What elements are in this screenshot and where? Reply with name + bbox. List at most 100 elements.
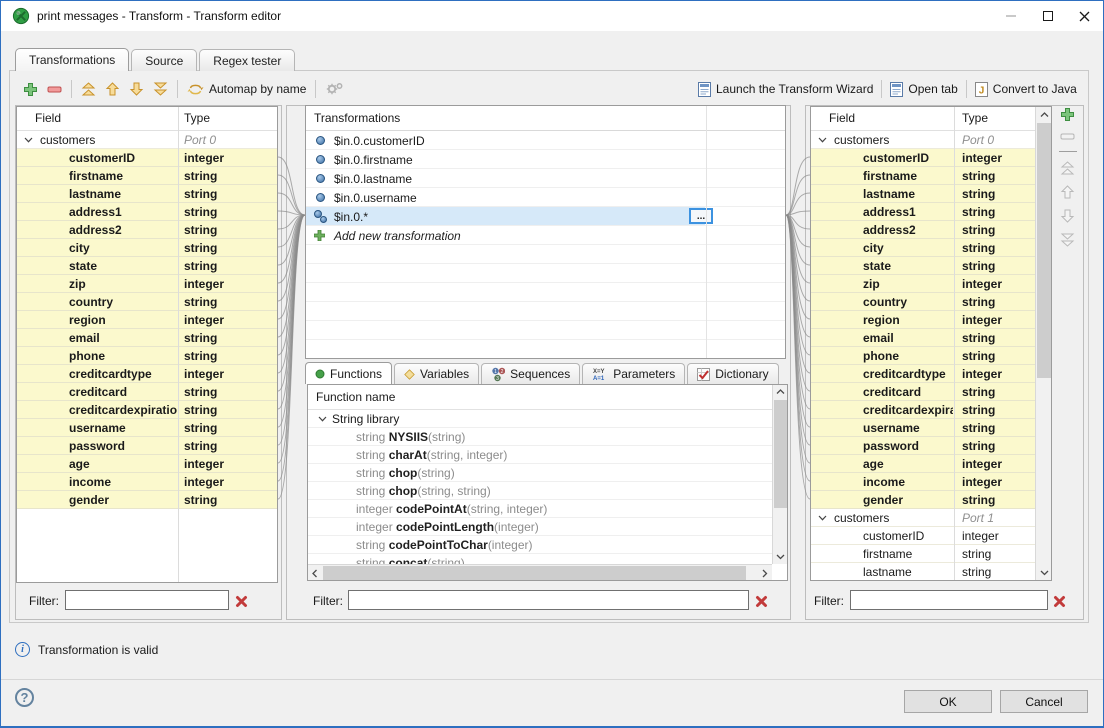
scrollbar-thumb[interactable] bbox=[1037, 123, 1051, 378]
field-row[interactable]: lastnamestring bbox=[811, 563, 1051, 581]
field-row[interactable]: incomeinteger bbox=[17, 473, 277, 491]
field-row[interactable]: lastnamestring bbox=[811, 185, 1051, 203]
field-row[interactable]: creditcardtypeinteger bbox=[811, 365, 1051, 383]
scroll-right-button[interactable] bbox=[758, 565, 772, 581]
field-row[interactable]: passwordstring bbox=[811, 437, 1051, 455]
maximize-button[interactable] bbox=[1029, 1, 1066, 31]
tree-group-row[interactable]: customersPort 1 bbox=[811, 509, 1051, 527]
field-row[interactable]: emailstring bbox=[17, 329, 277, 347]
field-row[interactable]: customerIDinteger bbox=[811, 149, 1051, 167]
field-row[interactable]: creditcardexpirationstring bbox=[811, 401, 1051, 419]
tab-transformations[interactable]: Transformations bbox=[15, 48, 129, 71]
field-row[interactable]: customerIDinteger bbox=[811, 527, 1051, 545]
transformation-row[interactable]: $in.0.lastname bbox=[306, 169, 785, 188]
field-row[interactable]: zipinteger bbox=[17, 275, 277, 293]
move-up-button[interactable] bbox=[105, 82, 120, 96]
function-row[interactable]: string NYSIIS(string) bbox=[308, 428, 772, 446]
field-row[interactable]: firstnamestring bbox=[17, 167, 277, 185]
field-row[interactable]: phonestring bbox=[811, 347, 1051, 365]
close-button[interactable] bbox=[1066, 1, 1103, 31]
cancel-button[interactable]: Cancel bbox=[1000, 690, 1088, 713]
tab-sequences[interactable]: 1 2 3 Sequences bbox=[481, 363, 580, 384]
tab-parameters[interactable]: X=Y A=1 Parameters bbox=[582, 363, 685, 384]
edit-transformation-button[interactable]: ... bbox=[689, 208, 713, 224]
scroll-down-button[interactable] bbox=[1036, 565, 1052, 580]
scroll-left-button[interactable] bbox=[308, 565, 322, 581]
functions-filter-clear-button[interactable] bbox=[755, 593, 771, 609]
field-row[interactable]: genderstring bbox=[811, 491, 1051, 509]
output-vertical-scrollbar[interactable] bbox=[1035, 107, 1051, 580]
field-row[interactable]: zipinteger bbox=[811, 275, 1051, 293]
move-to-top-button[interactable] bbox=[81, 82, 96, 96]
open-tab-button[interactable]: Open tab bbox=[890, 82, 957, 97]
field-row[interactable]: ageinteger bbox=[811, 455, 1051, 473]
convert-to-java-button[interactable]: J Convert to Java bbox=[975, 82, 1077, 97]
transformation-row[interactable]: $in.0.*... bbox=[306, 207, 785, 226]
field-row[interactable]: creditcardtypeinteger bbox=[17, 365, 277, 383]
help-button[interactable]: ? bbox=[15, 688, 34, 707]
field-row[interactable]: citystring bbox=[17, 239, 277, 257]
field-row[interactable]: firstnamestring bbox=[811, 545, 1051, 563]
add-transformation-row[interactable]: Add new transformation bbox=[306, 226, 785, 245]
automap-button[interactable]: Automap by name bbox=[187, 82, 306, 97]
function-row[interactable]: string codePointToChar(integer) bbox=[308, 536, 772, 554]
field-row[interactable]: lastnamestring bbox=[17, 185, 277, 203]
transformation-row[interactable]: $in.0.username bbox=[306, 188, 785, 207]
move-down-button[interactable] bbox=[129, 82, 144, 96]
transformation-row[interactable]: $in.0.customerID bbox=[306, 131, 785, 150]
move-to-bottom-button[interactable] bbox=[153, 82, 168, 96]
field-row[interactable]: incomeinteger bbox=[811, 473, 1051, 491]
field-row[interactable]: phonestring bbox=[17, 347, 277, 365]
function-row[interactable]: string concat(string) bbox=[308, 554, 772, 564]
field-row[interactable]: creditcardstring bbox=[17, 383, 277, 401]
output-filter-clear-button[interactable] bbox=[1053, 593, 1069, 609]
field-row[interactable]: address1string bbox=[17, 203, 277, 221]
functions-horizontal-scrollbar[interactable] bbox=[308, 564, 772, 580]
tab-variables[interactable]: Variables bbox=[394, 363, 479, 384]
field-row[interactable]: address2string bbox=[811, 221, 1051, 239]
tree-group-row[interactable]: customersPort 0 bbox=[17, 131, 277, 149]
function-row[interactable]: string chop(string) bbox=[308, 464, 772, 482]
input-filter-clear-button[interactable] bbox=[235, 593, 251, 609]
field-row[interactable]: citystring bbox=[811, 239, 1051, 257]
functions-filter-field[interactable] bbox=[348, 590, 749, 610]
output-filter-field[interactable] bbox=[850, 590, 1048, 610]
add-output-button[interactable] bbox=[1060, 107, 1075, 122]
scroll-up-button[interactable] bbox=[1036, 107, 1052, 122]
field-row[interactable]: genderstring bbox=[17, 491, 277, 509]
scrollbar-thumb[interactable] bbox=[323, 566, 746, 580]
launch-wizard-button[interactable]: Launch the Transform Wizard bbox=[698, 82, 873, 97]
tab-dictionary[interactable]: Dictionary bbox=[687, 363, 778, 384]
field-row[interactable]: countrystring bbox=[17, 293, 277, 311]
function-library-row[interactable]: String library bbox=[308, 410, 772, 428]
transformation-row[interactable]: $in.0.firstname bbox=[306, 150, 785, 169]
field-row[interactable]: creditcardstring bbox=[811, 383, 1051, 401]
field-row[interactable]: creditcardexpirationstring bbox=[17, 401, 277, 419]
field-row[interactable]: address2string bbox=[17, 221, 277, 239]
field-row[interactable]: passwordstring bbox=[17, 437, 277, 455]
add-button[interactable] bbox=[23, 82, 38, 97]
field-row[interactable]: regioninteger bbox=[811, 311, 1051, 329]
function-row[interactable]: string chop(string, string) bbox=[308, 482, 772, 500]
field-row[interactable]: usernamestring bbox=[811, 419, 1051, 437]
field-row[interactable]: statestring bbox=[17, 257, 277, 275]
field-row[interactable]: emailstring bbox=[811, 329, 1051, 347]
field-row[interactable]: usernamestring bbox=[17, 419, 277, 437]
ok-button[interactable]: OK bbox=[904, 690, 992, 713]
field-row[interactable]: address1string bbox=[811, 203, 1051, 221]
input-filter-field[interactable] bbox=[65, 590, 229, 610]
field-row[interactable]: statestring bbox=[811, 257, 1051, 275]
remove-button[interactable] bbox=[47, 85, 62, 94]
field-row[interactable]: firstnamestring bbox=[811, 167, 1051, 185]
tab-source[interactable]: Source bbox=[131, 49, 197, 71]
field-row[interactable]: regioninteger bbox=[17, 311, 277, 329]
function-row[interactable]: string charAt(string, integer) bbox=[308, 446, 772, 464]
field-row[interactable]: ageinteger bbox=[17, 455, 277, 473]
tree-group-row[interactable]: customersPort 0 bbox=[811, 131, 1051, 149]
function-row[interactable]: integer codePointAt(string, integer) bbox=[308, 500, 772, 518]
tab-functions[interactable]: Functions bbox=[305, 362, 392, 384]
functions-vertical-scrollbar[interactable] bbox=[772, 385, 787, 564]
field-row[interactable]: customerIDinteger bbox=[17, 149, 277, 167]
function-row[interactable]: integer codePointLength(integer) bbox=[308, 518, 772, 536]
minimize-button[interactable] bbox=[992, 1, 1029, 31]
